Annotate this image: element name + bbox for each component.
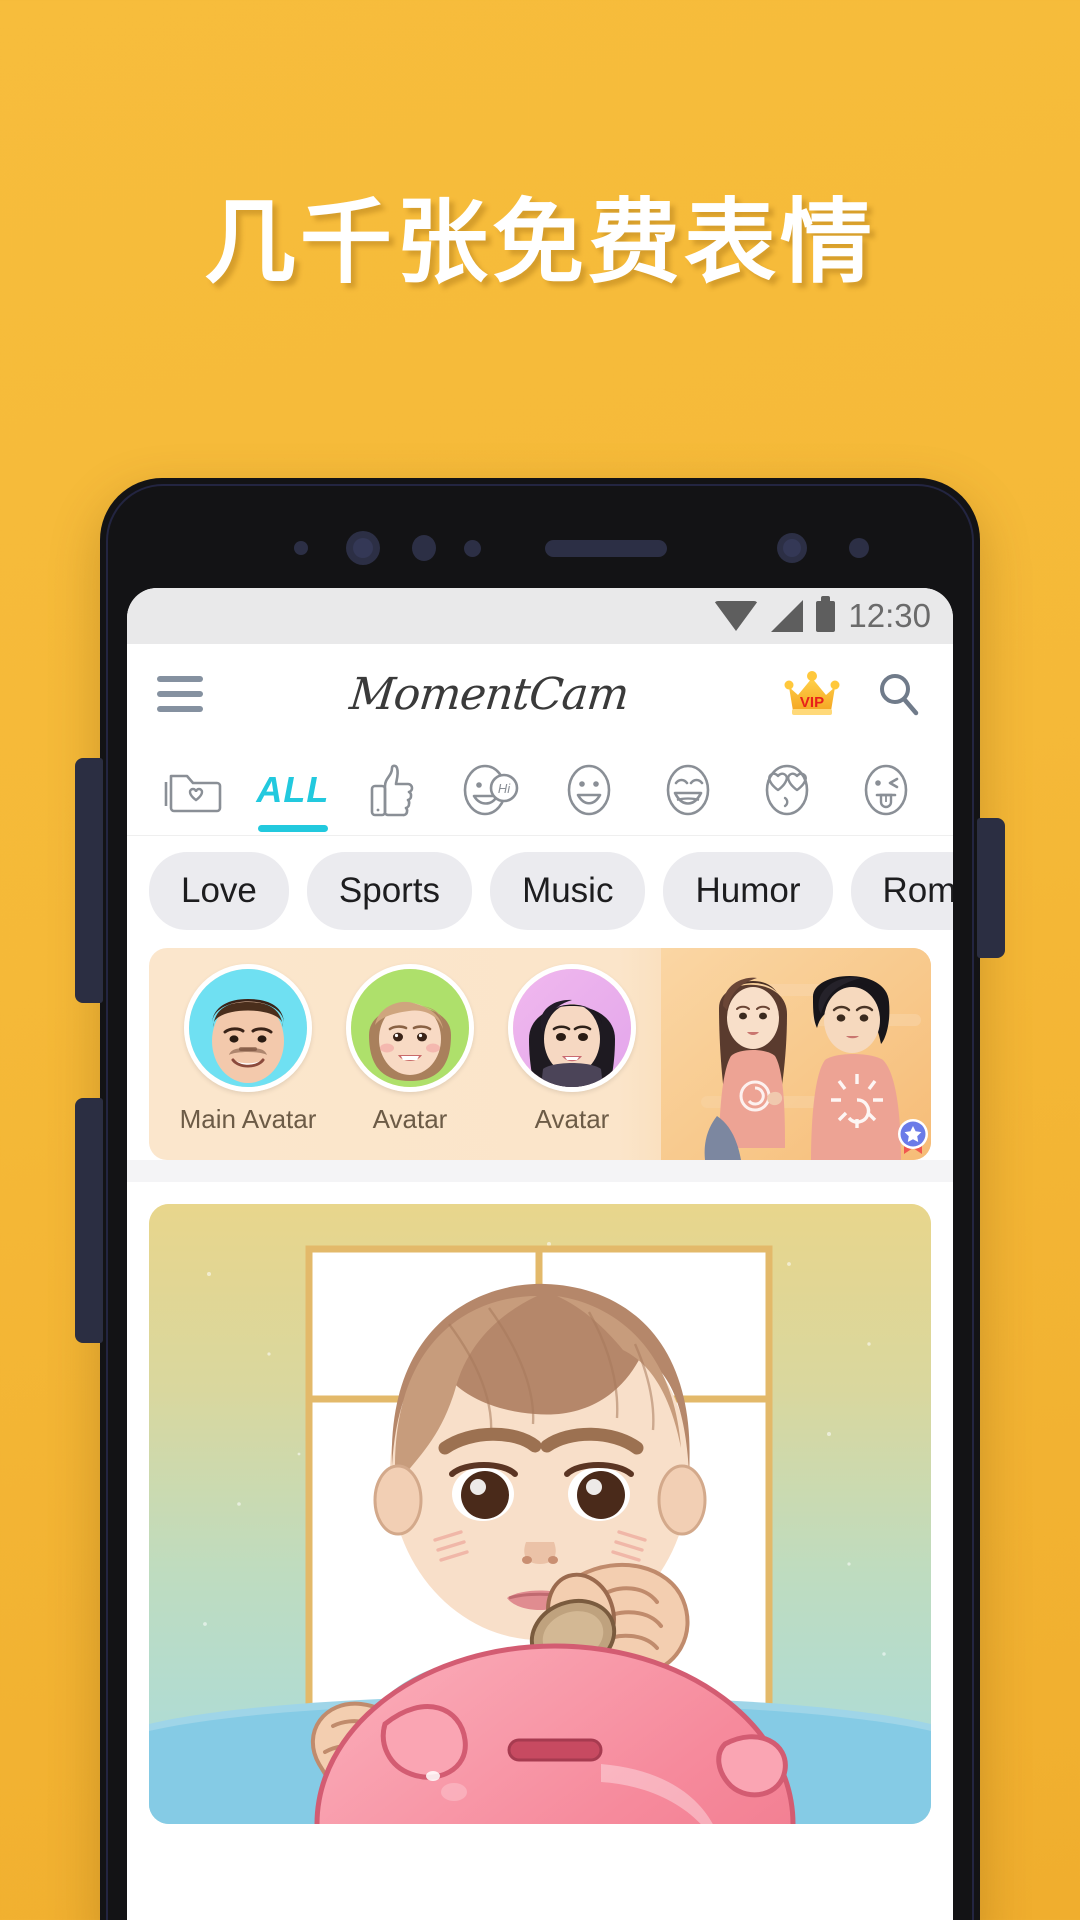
chip-romance[interactable]: Rom bbox=[850, 852, 953, 930]
content-spacer bbox=[127, 1160, 953, 1182]
star-badge-icon bbox=[891, 1112, 931, 1156]
tab-popular[interactable] bbox=[349, 744, 435, 836]
tab-love[interactable] bbox=[744, 744, 830, 836]
tab-greeting[interactable]: Hi bbox=[448, 744, 534, 836]
svg-text:Hi: Hi bbox=[497, 781, 510, 796]
status-bar: 12:30 bbox=[127, 588, 953, 644]
vip-badge-button[interactable]: VIP bbox=[784, 669, 840, 719]
heart-eyes-face-icon bbox=[761, 762, 813, 818]
promo-headline: 几千张免费表情 bbox=[203, 189, 876, 296]
chip-humor[interactable]: Humor bbox=[663, 852, 833, 930]
tab-smile[interactable] bbox=[546, 744, 632, 836]
signal-icon bbox=[771, 600, 804, 632]
category-chip-row[interactable]: Love Sports Music Humor Rom bbox=[127, 836, 953, 948]
avatar-image-main bbox=[184, 964, 312, 1092]
folder-heart-icon bbox=[164, 764, 223, 816]
sensor-dot-icon bbox=[848, 538, 869, 558]
phone-screen: 12:30 MomentCam VIP ALL Hi Love Sports M… bbox=[127, 588, 953, 1920]
battery-icon bbox=[816, 595, 836, 632]
sensor-dot-icon bbox=[293, 541, 308, 555]
avatar-item-main[interactable]: Main Avatar bbox=[167, 964, 928, 1154]
sensor-dot-icon bbox=[463, 539, 481, 557]
app-logo: MomentCam bbox=[347, 668, 631, 720]
phone-bezel-sensors bbox=[100, 528, 980, 568]
avatar-label-3: Avatar bbox=[534, 1104, 610, 1134]
svg-text:VIP: VIP bbox=[800, 694, 824, 711]
app-header: MomentCam VIP bbox=[127, 644, 953, 744]
chip-love[interactable]: Love bbox=[149, 852, 289, 930]
volume-up-button[interactable] bbox=[75, 758, 103, 1003]
avatar-item-3[interactable]: Avatar bbox=[491, 964, 653, 1135]
tab-all-label: ALL bbox=[256, 768, 330, 810]
avatar-image-3 bbox=[508, 964, 636, 1092]
earpiece-speaker-icon bbox=[544, 539, 667, 557]
tab-tongue[interactable] bbox=[843, 744, 929, 836]
tongue-wink-face-icon bbox=[861, 762, 911, 818]
phone-mockup: 12:30 MomentCam VIP ALL Hi Love Sports M… bbox=[75, 478, 1005, 1920]
category-tab-bar: ALL Hi bbox=[127, 744, 953, 836]
front-camera-icon bbox=[345, 531, 380, 565]
thumbs-up-icon bbox=[368, 762, 416, 818]
tab-favorites[interactable] bbox=[151, 744, 237, 836]
avatar-label-2: Avatar bbox=[372, 1104, 448, 1134]
chip-sports[interactable]: Sports bbox=[306, 852, 473, 930]
featured-sticker-card[interactable] bbox=[149, 1204, 931, 1824]
volume-down-button[interactable] bbox=[75, 1098, 103, 1343]
laughing-face-icon bbox=[663, 762, 713, 818]
hi-face-icon: Hi bbox=[460, 762, 522, 818]
chip-music[interactable]: Music bbox=[490, 852, 646, 930]
smile-face-icon bbox=[564, 762, 614, 818]
power-button[interactable] bbox=[977, 818, 1005, 958]
avatar-label-main: Main Avatar bbox=[179, 1104, 317, 1134]
status-bar-clock: 12:30 bbox=[848, 597, 931, 634]
tab-all[interactable]: ALL bbox=[250, 744, 336, 836]
front-camera-icon bbox=[776, 533, 807, 563]
tab-laugh[interactable] bbox=[645, 744, 731, 836]
wifi-icon bbox=[714, 601, 759, 631]
avatar-strip: Main Avatar Avatar Avatar bbox=[149, 948, 931, 1160]
sensor-dot-icon bbox=[411, 535, 436, 561]
avatar-image-2 bbox=[346, 964, 474, 1092]
search-icon[interactable] bbox=[875, 670, 923, 718]
child-with-piggy-bank-illustration bbox=[149, 1204, 931, 1824]
avatar-item-2[interactable]: Avatar bbox=[329, 964, 491, 1135]
